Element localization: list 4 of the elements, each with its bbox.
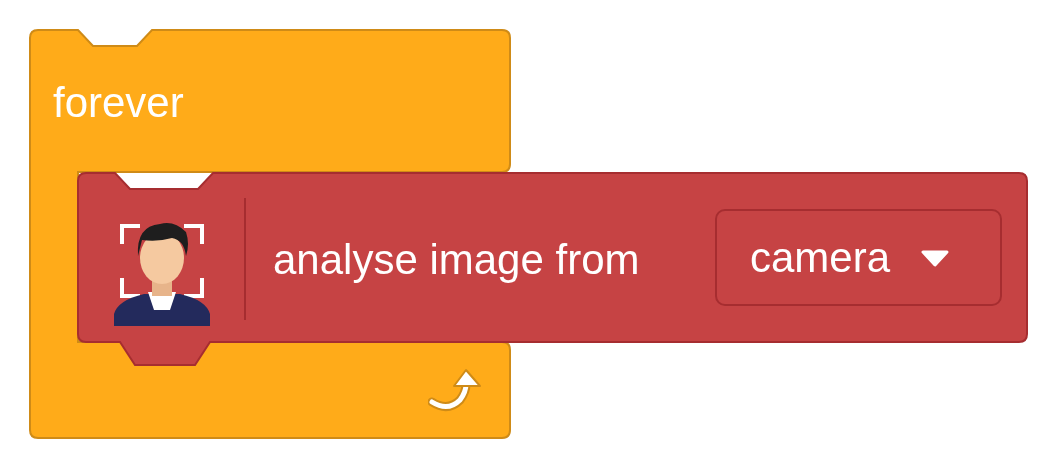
block-label: analyse image from (273, 235, 640, 285)
caret-icon (920, 248, 951, 267)
camera-dropdown[interactable]: camera (715, 209, 1002, 306)
block-label: forever (53, 78, 184, 128)
